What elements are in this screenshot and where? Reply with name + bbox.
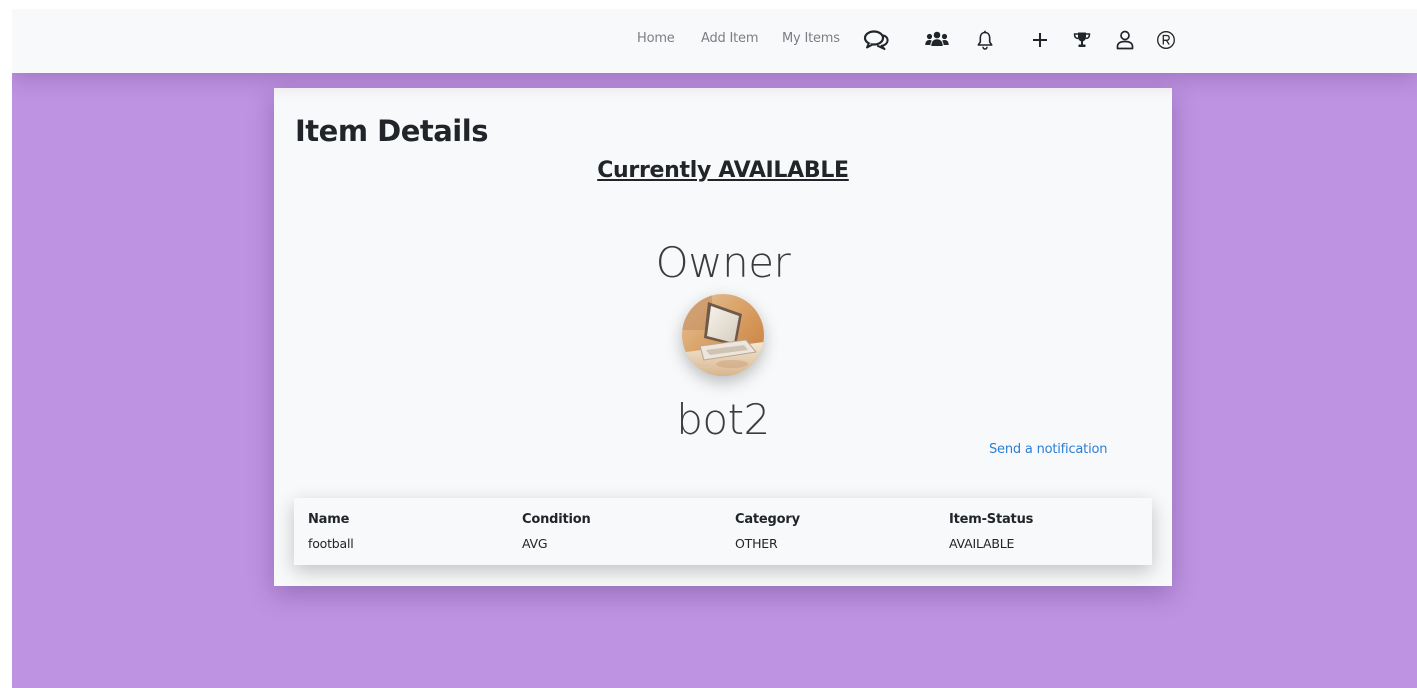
column-header-name: Name: [308, 512, 350, 527]
owner-username: bot2: [676, 395, 770, 444]
column-header-condition: Condition: [522, 512, 591, 527]
item-status-value: AVAILABLE: [949, 536, 1015, 551]
column-header-item-status: Item-Status: [949, 512, 1034, 527]
users-icon[interactable]: [924, 25, 950, 55]
send-notification-link[interactable]: Send a notification: [989, 442, 1107, 457]
trophy-icon[interactable]: [1069, 25, 1095, 55]
user-icon[interactable]: [1112, 25, 1138, 55]
bell-icon[interactable]: [972, 25, 998, 55]
plus-icon[interactable]: [1027, 25, 1053, 55]
item-category-value: OTHER: [735, 536, 778, 551]
page-title: Item Details: [295, 114, 488, 148]
availability-status-heading: Currently AVAILABLE: [597, 158, 849, 183]
registered-icon[interactable]: [1153, 25, 1179, 55]
item-condition-value: AVG: [522, 536, 548, 551]
owner-avatar: [682, 294, 764, 376]
nav-home-link[interactable]: Home: [637, 31, 675, 46]
chat-icon[interactable]: [863, 25, 889, 55]
item-details-table: Name Condition Category Item-Status foot…: [294, 498, 1152, 565]
owner-label: Owner: [655, 238, 791, 287]
nav-my-items-link[interactable]: My Items: [782, 31, 840, 46]
item-details-card: Item Details Currently AVAILABLE Owner b…: [274, 88, 1172, 586]
page-background: Home Add Item My Items Item Details Curr…: [12, 9, 1417, 688]
column-header-category: Category: [735, 512, 800, 527]
nav-add-item-link[interactable]: Add Item: [701, 31, 758, 46]
navbar: Home Add Item My Items: [12, 9, 1417, 73]
item-name-value: football: [308, 536, 354, 551]
